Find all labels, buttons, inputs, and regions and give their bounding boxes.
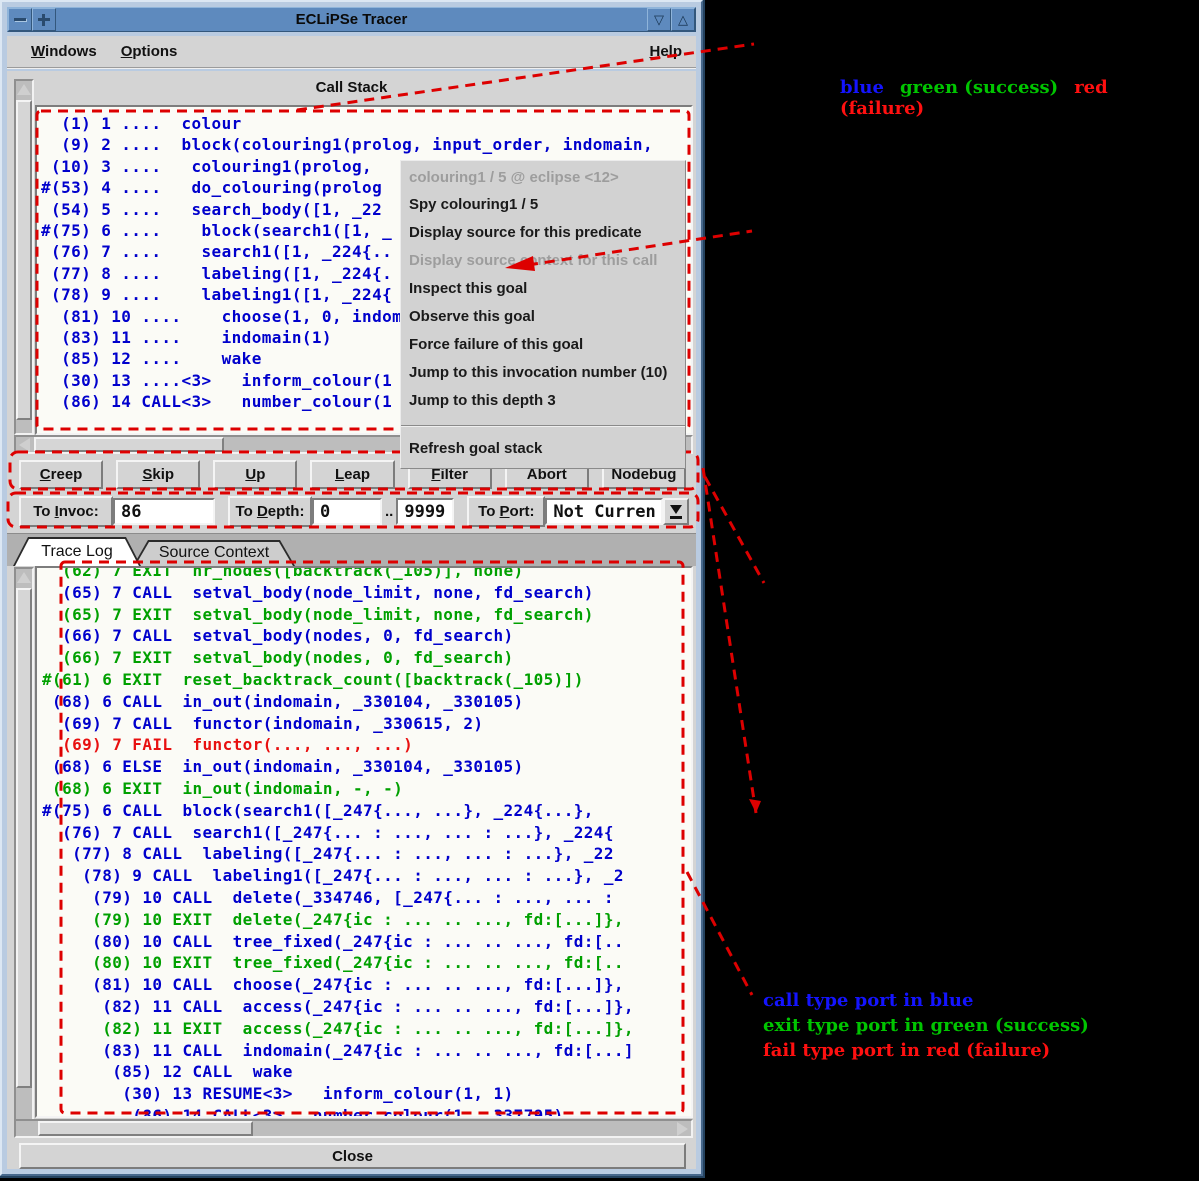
context-menu-item[interactable]: Jump to this depth 3 [401, 387, 685, 415]
trace-log-line: (68) 6 ELSE in_out(indomain, _330104, _3… [42, 756, 634, 778]
context-menu-item[interactable]: Observe this goal [401, 303, 685, 331]
trace-log-line: (79) 10 CALL delete(_334746, [_247{... :… [42, 887, 634, 909]
call-stack-line: (1) 1 .... colour [41, 113, 653, 134]
trace-log-line: (69) 7 CALL functor(indomain, _330615, 2… [42, 713, 634, 735]
legend-entry: exit type port in green (success) [763, 1013, 1089, 1038]
context-menu-item[interactable]: Force failure of this goal [401, 331, 685, 359]
to-port-label: To Port: [467, 496, 545, 527]
trace-log-line: (30) 13 RESUME<3> inform_colour(1, 1) [42, 1083, 634, 1105]
menu-windows[interactable]: Windows [31, 43, 97, 60]
tab-source-context[interactable]: Source Context [133, 540, 295, 566]
call-stack-title: Call Stack [7, 79, 696, 96]
shade-button[interactable]: ▽ [647, 8, 671, 31]
tracelog-hscrollbar[interactable] [14, 1119, 693, 1138]
trace-log-line: (65) 7 EXIT setval_body(node_limit, none… [42, 604, 634, 626]
legend-entry: blue [840, 77, 884, 98]
tracelog-callout-line-2 [705, 477, 764, 583]
context-menu-header: colouring1 / 5 @ eclipse <12> [401, 164, 685, 191]
port-color-legend-top: bluegreen (success)red (failure) [840, 77, 1199, 119]
trace-log-line: (69) 7 FAIL functor(..., ..., ...) [42, 734, 634, 756]
scroll-up-icon[interactable] [17, 572, 31, 583]
trace-log-line: (62) 7 EXIT nr_nodes([backtrack(_105)], … [42, 566, 634, 582]
debug-button[interactable]: Skip [116, 460, 200, 489]
close-button[interactable]: Close [19, 1143, 686, 1169]
trace-log-line: (65) 7 CALL setval_body(node_limit, none… [42, 582, 634, 604]
minimize-icon [14, 18, 26, 21]
to-port-dropdown-button[interactable] [663, 498, 689, 525]
depth-from-input[interactable]: 0 [312, 498, 382, 525]
depth-range-separator: .. [385, 503, 393, 520]
to-invoc-label: To Invoc: [19, 496, 113, 527]
tracelog-hscroll-thumb[interactable] [38, 1121, 253, 1136]
legend-entry: call type port in blue [763, 988, 1089, 1013]
trace-log-line: (82) 11 EXIT access(_247{ic : ... .. ...… [42, 1018, 634, 1040]
tab-trace-log[interactable]: Trace Log [13, 537, 141, 566]
menubar: Windows Options Help [7, 36, 696, 69]
tracelog-callout-line-1 [703, 468, 756, 813]
jump-controls: To Invoc: 86 To Depth: 0 .. 9999 To Port… [19, 496, 686, 527]
trace-log-line: #(61) 6 EXIT reset_backtrack_count([back… [42, 669, 634, 691]
cross-icon [38, 14, 50, 26]
trace-log-line: (86) 14 CALL<3> number_colour(1, _337795… [42, 1105, 634, 1118]
goal-context-menu: colouring1 / 5 @ eclipse <12> Spy colour… [400, 160, 686, 469]
tracelog-vscrollbar[interactable] [14, 567, 34, 1137]
trace-log-line: (68) 6 CALL in_out(indomain, _330104, _3… [42, 691, 634, 713]
context-menu-item[interactable]: Inspect this goal [401, 275, 685, 303]
window-cross-button[interactable] [32, 8, 56, 31]
dropdown-arrow-icon [670, 505, 682, 514]
context-menu-item[interactable]: Display source context for this call [401, 247, 685, 275]
callstack-vscroll-thumb[interactable] [16, 100, 32, 420]
tabbar: Trace Log Source Context [7, 533, 696, 566]
trace-log-line: (77) 8 CALL labeling([_247{... : ..., ..… [42, 843, 634, 865]
context-menu-item[interactable]: Jump to this invocation number (10) [401, 359, 685, 387]
trace-log-view[interactable]: (62) 7 EXIT nr_nodes([backtrack(_105)], … [35, 566, 693, 1118]
trace-log-line: (81) 10 CALL choose(_247{ic : ... .. ...… [42, 974, 634, 996]
scroll-right-icon[interactable] [677, 1122, 688, 1136]
debug-button[interactable]: Creep [19, 460, 103, 489]
scroll-left-icon[interactable] [19, 438, 30, 452]
trace-log-line: (83) 11 CALL indomain(_247{ic : ... .. .… [42, 1040, 634, 1062]
small-arrowhead [749, 799, 761, 813]
triangle-up-icon: △ [678, 12, 688, 28]
trace-log-line: (85) 12 CALL wake [42, 1061, 634, 1083]
trace-log-line: (68) 6 EXIT in_out(indomain, -, -) [42, 778, 634, 800]
debug-button[interactable]: Leap [310, 460, 394, 489]
to-port-select[interactable]: Not Curren [545, 498, 663, 525]
callstack-vscrollbar[interactable] [14, 79, 34, 435]
maximize-button[interactable]: △ [671, 8, 695, 31]
trace-log-line: (76) 7 CALL search1([_247{... : ..., ...… [42, 822, 634, 844]
trace-log-line: (66) 7 CALL setval_body(nodes, 0, fd_sea… [42, 625, 634, 647]
call-stack-line: (9) 2 .... block(colouring1(prolog, inpu… [41, 134, 653, 155]
tracelog-vscroll-thumb[interactable] [16, 588, 32, 1088]
to-invoc-input[interactable]: 86 [113, 498, 215, 525]
trace-log-line: (82) 11 CALL access(_247{ic : ... .. ...… [42, 996, 634, 1018]
dropdown-bar-icon [670, 516, 682, 519]
context-menu-item[interactable]: Spy colouring1 / 5 [401, 191, 685, 219]
legend-entry: green (success) [900, 77, 1058, 98]
titlebar[interactable]: ECLiPSe Tracer ▽ △ [7, 7, 696, 32]
window-menu-button[interactable] [8, 8, 32, 31]
trace-log-line: (80) 10 CALL tree_fixed(_247{ic : ... ..… [42, 931, 634, 953]
triangle-down-icon: ▽ [654, 12, 664, 28]
to-depth-label: To Depth: [228, 496, 312, 527]
trace-log-line: (79) 10 EXIT delete(_247{ic : ... .. ...… [42, 909, 634, 931]
window-title: ECLiPSe Tracer [56, 11, 647, 28]
debug-button[interactable]: Up [213, 460, 297, 489]
context-menu-items: Spy colouring1 / 5Display source for thi… [401, 191, 685, 415]
scroll-up-icon[interactable] [17, 84, 31, 95]
menu-options[interactable]: Options [121, 43, 178, 60]
trace-log-line: (80) 10 EXIT tree_fixed(_247{ic : ... ..… [42, 952, 634, 974]
trace-log-line: #(75) 6 CALL block(search1([_247{..., ..… [42, 800, 634, 822]
trace-log-lines: (62) 7 EXIT nr_nodes([backtrack(_105)], … [42, 566, 634, 1118]
depth-to-input[interactable]: 9999 [396, 498, 454, 525]
legend-entry: fail type port in red (failure) [763, 1038, 1089, 1063]
refresh-goal-stack-item[interactable]: Refresh goal stack [401, 435, 685, 463]
trace-log-line: (78) 9 CALL labeling1([_247{... : ..., .… [42, 865, 634, 887]
menu-help[interactable]: Help [649, 43, 682, 60]
port-color-legend-bottom: call type port in blueexit type port in … [763, 988, 1089, 1063]
callstack-hscroll-thumb[interactable] [34, 437, 224, 452]
trace-log-line: (66) 7 EXIT setval_body(nodes, 0, fd_sea… [42, 647, 634, 669]
context-menu-item[interactable]: Display source for this predicate [401, 219, 685, 247]
menu-separator [401, 425, 685, 426]
